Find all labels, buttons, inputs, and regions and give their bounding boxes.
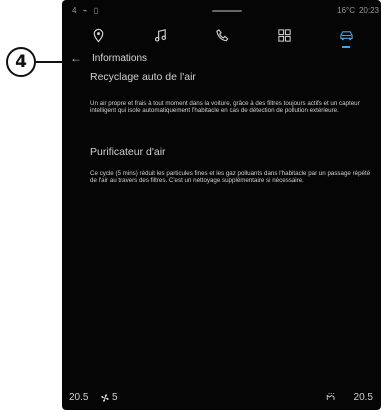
tab-music[interactable] xyxy=(142,22,178,48)
status-bar: 4 ⌁ ▯ 16°C 20:23 xyxy=(62,0,381,20)
climate-bar: 20.5 5 20.5 xyxy=(62,384,381,410)
drag-handle[interactable] xyxy=(212,10,242,12)
outside-temperature: 16°C xyxy=(337,6,355,15)
callout-label: 4 xyxy=(15,52,27,72)
clock: 20:23 xyxy=(358,6,379,15)
callout-marker: 4 xyxy=(6,47,36,77)
main-tabs xyxy=(62,22,381,48)
status-icons: 4 ⌁ ▯ xyxy=(72,6,101,15)
apps-grid-icon xyxy=(277,28,291,42)
tab-apps[interactable] xyxy=(266,22,302,48)
tab-vehicle[interactable] xyxy=(328,22,364,48)
fan-icon xyxy=(101,393,109,402)
seat-heat-icon xyxy=(326,393,335,400)
music-note-icon xyxy=(154,28,166,41)
section-text-purificateur: Ce cycle (5 mins) réduit les particules … xyxy=(90,170,371,184)
left-temperature[interactable]: 20.5 xyxy=(69,392,88,403)
back-arrow-icon[interactable]: ← xyxy=(70,51,82,65)
car-icon xyxy=(339,30,353,40)
location-pin-icon xyxy=(93,28,103,43)
phone-icon xyxy=(215,28,228,41)
fan-level: 5 xyxy=(112,392,118,403)
section-title-recyclage: Recyclage auto de l'air xyxy=(90,71,196,83)
section-title-purificateur: Purificateur d'air xyxy=(90,146,166,158)
page-header: ← Informations xyxy=(62,49,381,69)
fan-control[interactable]: 5 xyxy=(100,392,118,403)
tab-phone[interactable] xyxy=(204,22,240,48)
infotainment-screen: 4 ⌁ ▯ 16°C 20:23 ← Informations Recyclag… xyxy=(62,0,381,410)
section-text-recyclage: Un air propre et frais à tout moment dan… xyxy=(90,100,360,114)
page-title: Informations xyxy=(92,53,148,64)
tab-navigation[interactable] xyxy=(80,22,116,48)
right-temperature[interactable]: 20.5 xyxy=(354,392,373,403)
seat-heat-button[interactable] xyxy=(325,392,337,405)
